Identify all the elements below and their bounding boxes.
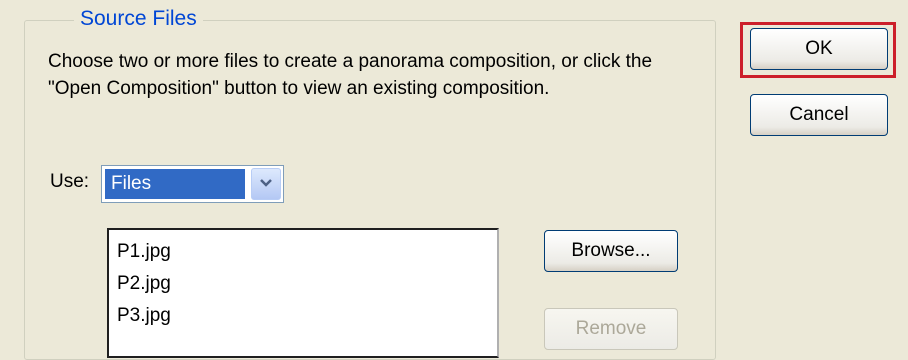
list-item[interactable]: P1.jpg bbox=[117, 240, 171, 264]
use-label: Use: bbox=[50, 171, 90, 192]
list-item[interactable]: P3.jpg bbox=[117, 304, 171, 328]
file-list[interactable]: P1.jpg P2.jpg P3.jpg bbox=[107, 228, 499, 358]
browse-button[interactable]: Browse... bbox=[544, 230, 678, 272]
remove-button[interactable]: Remove bbox=[544, 308, 678, 350]
use-dropdown-value: Files bbox=[105, 169, 245, 199]
use-dropdown[interactable]: Files bbox=[101, 165, 284, 203]
cancel-button[interactable]: Cancel bbox=[750, 94, 888, 136]
list-item[interactable]: P2.jpg bbox=[117, 272, 171, 296]
chevron-down-icon bbox=[259, 175, 273, 193]
instructions-text: Choose two or more files to create a pan… bbox=[48, 51, 653, 99]
ok-button[interactable]: OK bbox=[750, 28, 888, 70]
dropdown-button[interactable] bbox=[251, 168, 281, 200]
group-title: Source Files bbox=[74, 6, 203, 32]
